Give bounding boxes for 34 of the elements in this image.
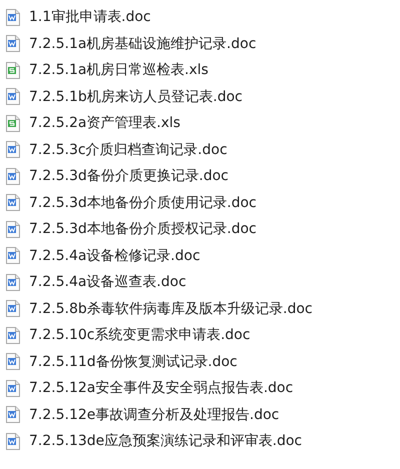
file-name[interactable]: 7.2.5.3d本地备份介质使用记录.doc [29,194,256,212]
document-file-icon [6,35,20,52]
file-name[interactable]: 7.2.5.11d备份恢复测试记录.doc [29,352,238,371]
file-name[interactable]: 1.1审批申请表.doc [29,8,151,26]
document-file-icon [6,220,20,238]
document-file-icon [6,432,20,450]
file-name[interactable]: 7.2.5.2a资产管理表.xls [29,114,180,132]
document-file-icon [6,88,20,106]
document-file-icon [6,168,20,185]
file-name[interactable]: 7.2.5.4a设备巡查表.doc [29,273,186,292]
file-name[interactable]: 7.2.5.1a机房日常巡检表.xls [29,61,208,80]
document-file-icon [6,326,20,344]
document-file-icon [6,8,20,26]
document-file-icon [6,247,20,264]
file-name[interactable]: 7.2.5.12a安全事件及安全弱点报告表.doc [29,379,294,398]
file-name[interactable]: 7.2.5.3d本地备份介质授权记录.doc [29,220,256,238]
file-name[interactable]: 7.2.5.12e事故调查分析及处理报告.doc [29,406,280,424]
file-name[interactable]: 7.2.5.4a设备检修记录.doc [29,246,200,265]
file-name[interactable]: 7.2.5.3c介质归档查询记录.doc [29,140,228,159]
document-file-icon [6,380,20,397]
file-name[interactable]: 7.2.5.3d备份介质更换记录.doc [29,167,228,186]
spreadsheet-file-icon [6,62,20,79]
file-name[interactable]: 7.2.5.10c系统变更需求申请表.doc [29,326,250,344]
file-name[interactable]: 7.2.5.13de应急预案演练记录和评审表.doc [29,432,302,450]
document-file-icon [6,300,20,318]
spreadsheet-file-icon [6,114,20,132]
document-file-icon [6,274,20,291]
file-name[interactable]: 7.2.5.8b杀毒软件病毒库及版本升级记录.doc [29,300,312,318]
file-name[interactable]: 7.2.5.1a机房基础设施维护记录.doc [29,34,256,53]
document-file-icon [6,353,20,370]
document-file-icon [6,194,20,212]
document-file-icon [6,141,20,158]
document-file-icon [6,406,20,424]
file-name[interactable]: 7.2.5.1b机房来访人员登记表.doc [29,88,242,106]
